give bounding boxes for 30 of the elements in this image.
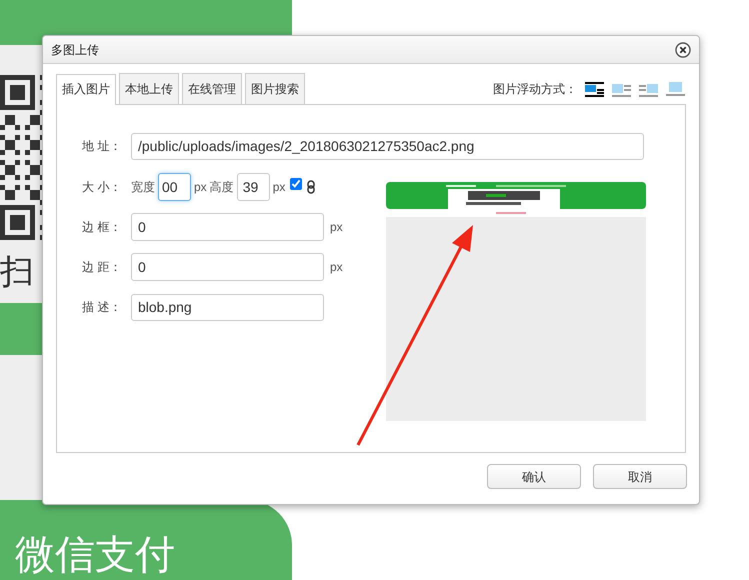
dialog-button[interactable]: 确认 (487, 464, 581, 489)
banner-text: 微信支付 (15, 535, 175, 575)
dialog-button[interactable]: 取消 (593, 464, 687, 489)
width-label: 宽度 (131, 179, 155, 196)
field-label: 大 小： (82, 179, 122, 196)
field-label: 地 址： (82, 138, 122, 155)
width-field[interactable]: 00 (158, 173, 191, 201)
field-label: 描 述： (82, 299, 122, 316)
address-field[interactable]: /public/uploads/images/2_2018063021275350ac2.png (131, 132, 644, 160)
chain-icon (307, 180, 316, 194)
tab[interactable]: 图片搜索 (245, 73, 305, 104)
lock-ratio-checkbox[interactable] (290, 178, 302, 190)
height-label: 高度 (210, 179, 234, 196)
tab[interactable]: 在线管理 (182, 73, 242, 104)
close-button[interactable] (675, 42, 691, 58)
float-label: 图片浮动方式： (493, 81, 577, 98)
tab[interactable]: 插入图片 (56, 74, 116, 105)
unit-label: px (194, 179, 207, 196)
tab[interactable]: 本地上传 (119, 73, 179, 104)
window-title: 多图上传 (51, 42, 99, 58)
height-field[interactable]: 39 (236, 173, 270, 201)
float-option-icon[interactable] (584, 82, 605, 96)
field-label: 边 距： (82, 259, 122, 276)
unit-label: px (330, 219, 343, 236)
margin-field[interactable]: 0 (131, 253, 324, 281)
description-field[interactable]: blob.png (131, 294, 324, 320)
border-field[interactable]: 0 (131, 213, 324, 241)
unit-label: px (330, 259, 343, 276)
unit-label: px (272, 179, 286, 196)
field-label: 边 框： (82, 219, 122, 236)
